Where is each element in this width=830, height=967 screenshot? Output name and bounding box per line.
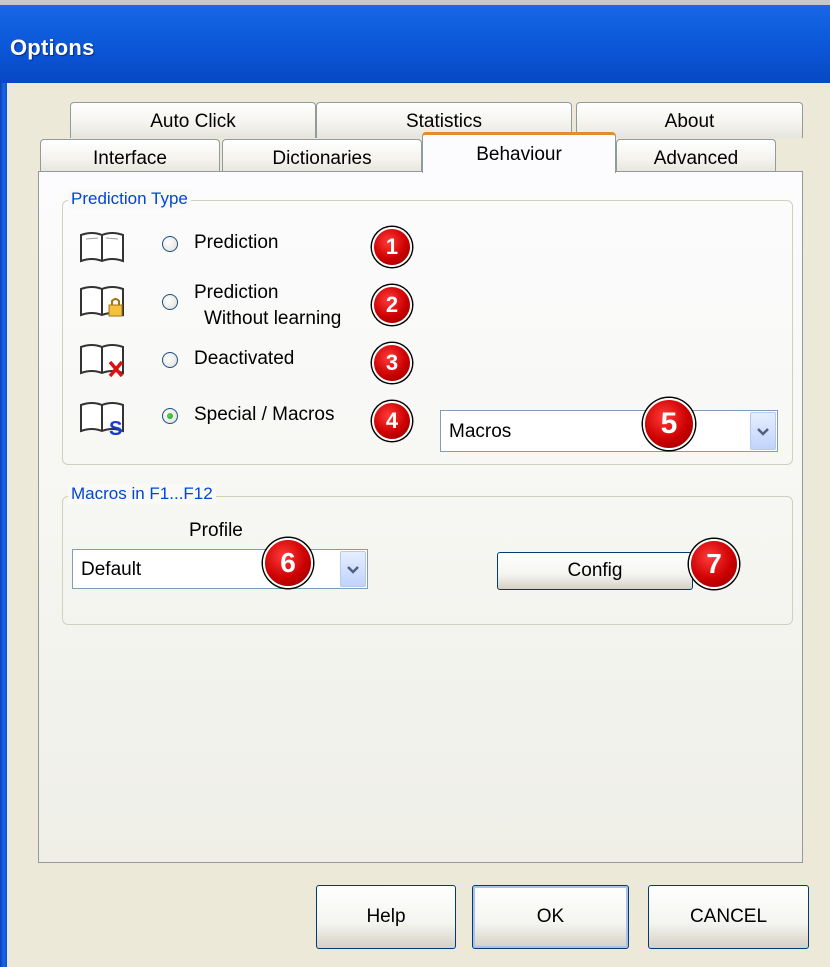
callout-badge-3: 3 [372,343,412,383]
ok-button-label: OK [536,906,565,927]
deactivated-label: Deactivated [194,348,295,369]
tab-label: Interface [93,148,167,169]
tab-label: Behaviour [476,144,562,165]
profile-label: Profile [189,520,243,541]
tab-behaviour[interactable]: Behaviour [422,132,616,173]
tab-auto-click[interactable]: Auto Click [70,102,316,138]
callout-badge-4: 4 [372,401,412,441]
window-frame-left [0,83,7,967]
deactivated-radio[interactable] [162,352,178,368]
prediction-type-title: Prediction Type [68,189,191,209]
callout-badge-1: 1 [372,227,412,267]
book-x-icon [80,344,124,378]
callout-badge-7: 7 [689,539,739,589]
tab-advanced[interactable]: Advanced [616,139,776,172]
book-s-icon: S [80,402,124,436]
radio-selected-dot [167,413,173,419]
prediction-without-learning-label-line2: Without learning [204,308,342,329]
tab-dictionaries[interactable]: Dictionaries [222,139,422,172]
dropdown-value: Macros [449,421,512,442]
cancel-button-label: CANCEL [689,906,768,927]
prediction-label: Prediction [194,232,279,253]
help-button[interactable]: Help [316,885,456,949]
config-button-label: Config [567,560,623,581]
chevron-down-icon [347,566,359,574]
prediction-without-learning-label-line1: Prediction [194,282,279,303]
prediction-without-learning-radio[interactable] [162,294,178,310]
tab-label: Dictionaries [272,148,372,169]
profile-dropdown-button[interactable] [340,551,366,587]
config-button[interactable]: Config [497,552,693,590]
tab-label: Advanced [653,148,739,169]
tab-label: Statistics [405,111,483,132]
window-title: Options [10,35,95,60]
options-dialog: Options Auto Click Statistics About Inte… [0,0,830,967]
callout-badge-6: 6 [263,538,313,588]
cancel-button[interactable]: CANCEL [648,885,809,949]
tab-label: Auto Click [150,111,236,132]
title-bar[interactable]: Options [0,5,830,83]
prediction-radio[interactable] [162,236,178,252]
svg-text:S: S [109,418,122,436]
chevron-down-icon [757,428,769,436]
special-macros-label: Special / Macros [194,404,335,425]
help-button-label: Help [366,906,406,927]
book-lock-icon [80,286,124,317]
tab-label: About [664,111,715,132]
macros-group-title: Macros in F1...F12 [68,484,216,504]
behaviour-tab-panel: Prediction Type Prediction 1 Prediction … [38,171,803,863]
special-macros-radio[interactable] [162,408,178,424]
profile-dropdown-value: Default [81,559,142,580]
tab-interface[interactable]: Interface [40,139,220,172]
ok-button[interactable]: OK [472,885,629,949]
callout-badge-2: 2 [372,285,412,325]
callout-badge-5: 5 [643,398,695,450]
profile-dropdown[interactable]: Default [72,549,368,589]
dropdown-button[interactable] [750,412,776,450]
prediction-mode-dropdown[interactable]: Macros [440,410,778,452]
book-icon [80,232,124,263]
